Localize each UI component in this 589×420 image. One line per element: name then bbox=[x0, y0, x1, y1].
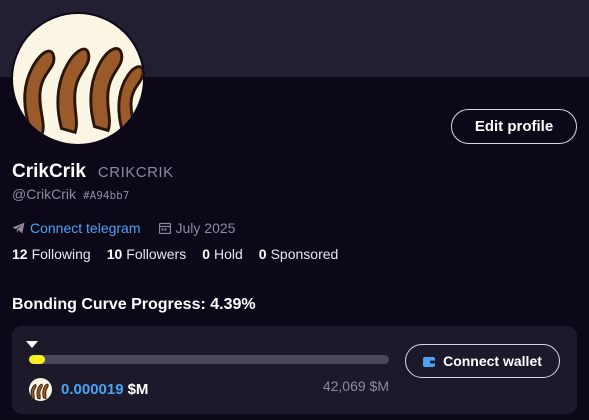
ticker-symbol: CRIKCRIK bbox=[97, 164, 174, 181]
stat-hold[interactable]: 0 Hold bbox=[202, 246, 243, 262]
stat-followers[interactable]: 10 Followers bbox=[107, 246, 186, 262]
progress-marker-icon bbox=[26, 341, 38, 348]
brown-sticks-avatar-icon bbox=[23, 47, 143, 137]
stat-sponsored[interactable]: 0 Sponsored bbox=[259, 246, 339, 262]
price-row: 0.000019 $M bbox=[29, 378, 148, 401]
handle-row: @CrikCrik #A94bb7 bbox=[12, 186, 129, 202]
connect-wallet-label: Connect wallet bbox=[443, 353, 542, 369]
edit-profile-button[interactable]: Edit profile bbox=[451, 109, 577, 144]
stat-value: 12 bbox=[12, 246, 28, 262]
market-cap-target: 42,069 $M bbox=[322, 378, 389, 394]
joined-date: July 2025 bbox=[158, 220, 236, 236]
token-coin-icon bbox=[29, 378, 52, 401]
stat-value: 0 bbox=[258, 246, 267, 262]
bonding-curve-title: Bonding Curve Progress: 4.39% bbox=[12, 296, 256, 313]
bonding-curve-progress-bar bbox=[29, 355, 389, 364]
wallet-icon bbox=[423, 356, 436, 367]
stat-label: Following bbox=[31, 246, 91, 262]
stats-row: 12 Following 10 Followers 0 Hold 0 Sponsored bbox=[12, 246, 354, 262]
price-unit: $M bbox=[127, 381, 149, 398]
stat-value: 10 bbox=[106, 246, 123, 262]
profile-avatar[interactable] bbox=[11, 12, 145, 146]
name-row: CrikCrik CRIKCRIK bbox=[12, 161, 174, 183]
token-price: 0.000019 bbox=[61, 381, 124, 398]
progress-fill bbox=[29, 355, 45, 364]
connect-wallet-button[interactable]: Connect wallet bbox=[405, 344, 560, 378]
user-handle: @CrikCrik bbox=[12, 186, 76, 202]
display-name: CrikCrik bbox=[12, 161, 86, 182]
connect-telegram-label: Connect telegram bbox=[30, 220, 141, 236]
stat-label: Followers bbox=[126, 246, 187, 262]
meta-row: Connect telegram July 2025 bbox=[12, 220, 235, 236]
telegram-icon bbox=[12, 222, 25, 234]
stat-label: Sponsored bbox=[270, 246, 339, 262]
stat-label: Hold bbox=[214, 246, 243, 262]
connect-telegram-link[interactable]: Connect telegram bbox=[12, 220, 141, 236]
stat-following[interactable]: 12 Following bbox=[12, 246, 91, 262]
hash-id: #A94bb7 bbox=[82, 189, 130, 202]
joined-date-label: July 2025 bbox=[175, 220, 236, 236]
calendar-icon bbox=[158, 222, 171, 234]
stat-value: 0 bbox=[202, 246, 210, 262]
